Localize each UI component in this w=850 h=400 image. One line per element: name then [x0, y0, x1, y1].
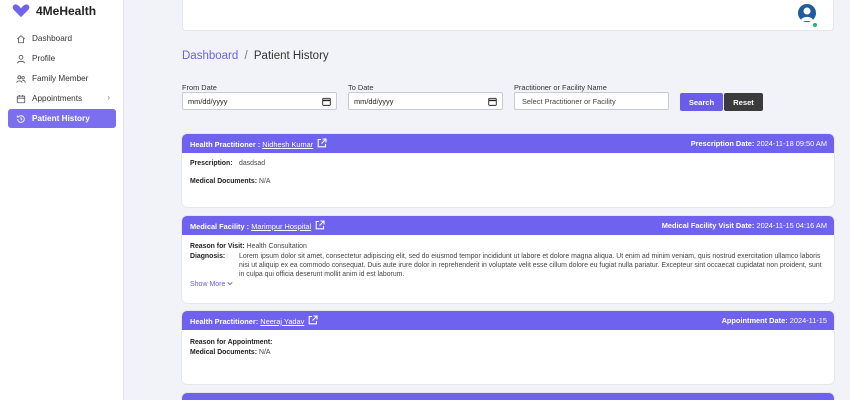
show-more-label: Show More — [190, 281, 226, 288]
sidebar-item-label: Appointments — [32, 94, 83, 103]
calendar-icon — [322, 97, 331, 106]
family-icon — [16, 74, 26, 83]
show-more-link[interactable]: Show More — [190, 281, 233, 288]
history-record-card: Health Practitioner: Neeraj Yadav Appoin… — [182, 311, 834, 384]
sidebar-item-family-member[interactable]: Family Member — [8, 69, 116, 88]
user-icon — [17, 54, 25, 63]
chevron-right-icon: › — [107, 93, 110, 102]
practitioner-label: Practitioner or Facility Name — [514, 83, 607, 92]
breadcrumb-separator: / — [244, 50, 248, 62]
record-type-label: Medical Facility : — [190, 222, 250, 231]
sidebar-item-appointments[interactable]: Appointments › — [8, 89, 116, 108]
history-record-card: Health Practitioner : Nidhesh Kumar Pres… — [182, 134, 834, 207]
history-record-card — [182, 393, 834, 400]
sidebar-item-dashboard[interactable]: Dashboard — [8, 29, 116, 48]
record-type-label: Health Practitioner : — [190, 140, 261, 149]
heart-logo-icon — [12, 4, 30, 18]
record-header: Health Practitioner: Neeraj Yadav Appoin… — [182, 311, 834, 330]
avatar[interactable] — [798, 4, 816, 22]
history-record-card: Medical Facility : Marimpur Hospital Med… — [182, 216, 834, 303]
record-header — [182, 393, 834, 400]
sidebar: 4MeHealth Dashboard Profile Family Membe… — [0, 0, 124, 400]
to-date-value: mm/dd/yyyy — [354, 96, 394, 106]
sidebar-item-label: Patient History — [32, 114, 90, 123]
field-label: Diagnosis: — [190, 253, 226, 260]
app-logo[interactable]: 4MeHealth — [12, 0, 123, 20]
user-avatar-icon — [800, 7, 814, 21]
record-date-value: 2024-11-15 04:16 AM — [756, 221, 827, 230]
record-date-label: Medical Facility Visit Date: — [661, 221, 755, 230]
record-header: Health Practitioner : Nidhesh Kumar Pres… — [182, 134, 834, 153]
app-name: 4MeHealth — [36, 4, 97, 18]
sidebar-item-label: Profile — [32, 54, 56, 63]
external-link-icon[interactable] — [308, 315, 318, 325]
to-date-label: To Date — [348, 83, 374, 92]
facility-link[interactable]: Marimpur Hospital — [251, 222, 311, 231]
diagnosis-value: Lorem ipsum dolor sit amet, consectetur … — [239, 253, 822, 279]
medical-documents-value: N/A — [259, 349, 271, 356]
chevron-down-icon — [227, 282, 233, 286]
sidebar-item-profile[interactable]: Profile — [8, 49, 116, 68]
prescription-value: dasdsad — [239, 160, 266, 167]
calendar-icon — [488, 97, 497, 106]
sidebar-item-label: Family Member — [32, 74, 89, 83]
record-date-label: Prescription Date: — [690, 139, 755, 148]
field-label: Medical Documents: — [190, 349, 258, 356]
calendar-icon — [16, 94, 26, 103]
practitioner-placeholder: Select Practitioner or Facility — [522, 96, 616, 106]
record-date-value: 2024-11-15 — [789, 316, 827, 325]
online-status-indicator — [813, 23, 817, 27]
external-link-icon[interactable] — [315, 220, 325, 230]
field-label: Reason for Appointment: — [190, 339, 273, 346]
record-date-label: Appointment Date: — [721, 316, 788, 325]
field-label: Prescription: — [190, 160, 233, 167]
to-date-input[interactable]: mm/dd/yyyy — [348, 92, 503, 110]
record-date-value: 2024-11-18 09:50 AM — [756, 139, 827, 148]
from-date-value: mm/dd/yyyy — [188, 96, 228, 106]
sidebar-item-label: Dashboard — [32, 34, 73, 43]
sidebar-item-patient-history[interactable]: Patient History — [8, 109, 116, 128]
page-title: Patient History — [253, 50, 329, 62]
record-type-label: Health Practitioner: — [190, 317, 259, 326]
reset-button[interactable]: Reset — [724, 93, 763, 111]
external-link-icon[interactable] — [317, 138, 327, 148]
practitioner-link[interactable]: Nidhesh Kumar — [262, 140, 313, 149]
reason-value: Health Consultation — [246, 243, 307, 250]
search-button[interactable]: Search — [680, 93, 723, 111]
home-icon — [16, 34, 26, 43]
from-date-input[interactable]: mm/dd/yyyy — [182, 92, 337, 110]
practitioner-link[interactable]: Neeraj Yadav — [260, 317, 304, 326]
field-label: Medical Documents: — [190, 178, 258, 185]
top-header — [182, 0, 834, 31]
breadcrumb-dashboard-link[interactable]: Dashboard — [182, 50, 238, 62]
field-label: Reason for Visit: — [190, 243, 245, 250]
medical-documents-value: N/A — [259, 178, 271, 185]
from-date-label: From Date — [182, 83, 217, 92]
record-header: Medical Facility : Marimpur Hospital Med… — [182, 216, 834, 235]
practitioner-select[interactable]: Select Practitioner or Facility — [514, 92, 669, 110]
history-icon — [16, 114, 25, 123]
breadcrumb: Dashboard / Patient History — [182, 50, 329, 62]
